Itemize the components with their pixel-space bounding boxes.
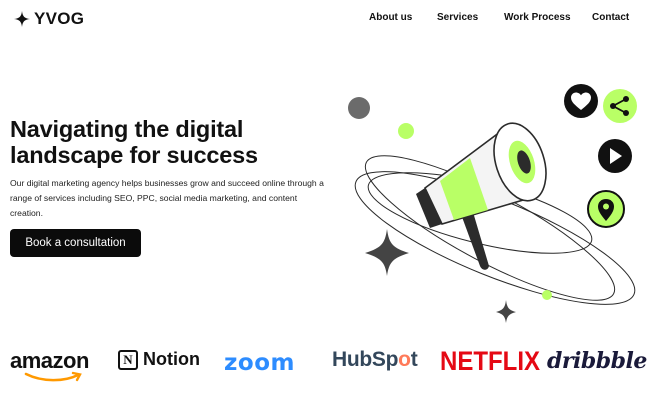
notion-logo: N Notion <box>118 349 200 370</box>
amazon-logo: amazon <box>10 348 89 382</box>
book-consultation-button[interactable]: Book a consultation <box>10 229 141 257</box>
nav-work-process[interactable]: Work Process <box>504 12 571 23</box>
hubspot-wordmark-b: t <box>410 348 418 371</box>
green-dot-tiny <box>542 290 552 300</box>
zoom-logo: zoom <box>224 350 295 376</box>
amazon-smile-icon <box>24 371 82 382</box>
notion-icon: N <box>118 349 138 370</box>
star-logo-icon <box>14 11 30 27</box>
brand-logo[interactable]: YVOG <box>14 9 84 29</box>
sparkle-small <box>496 300 516 323</box>
hubspot-wordmark-a: HubSp <box>332 348 399 371</box>
logo-text: YVOG <box>34 9 85 28</box>
sparkle-large <box>365 229 409 276</box>
heart-icon <box>564 84 598 118</box>
dribbble-logo: dribbble <box>547 348 647 374</box>
location-pin-icon <box>587 190 625 228</box>
gray-dot <box>348 97 370 119</box>
hubspot-logo: HubSpot <box>332 348 418 372</box>
play-icon <box>598 139 632 173</box>
amazon-wordmark: amazon <box>10 348 89 373</box>
nav-services[interactable]: Services <box>437 12 478 23</box>
hubspot-sprocket-icon: o <box>398 348 411 371</box>
hero-title: Navigating the digital landscape for suc… <box>10 116 258 168</box>
top-nav: YVOG About us Services Work Process Cont… <box>0 0 648 38</box>
megaphone-illustration <box>348 84 637 323</box>
green-dot-small <box>398 123 414 139</box>
nav-contact[interactable]: Contact <box>592 12 629 23</box>
notion-wordmark: Notion <box>143 349 200 369</box>
nav-about-us[interactable]: About us <box>369 12 412 23</box>
hero-description: Our digital marketing agency helps busin… <box>10 178 324 218</box>
netflix-logo: NETFLIX <box>440 347 540 377</box>
client-logos: amazon N Notion zoom HubSpot NETFLIX dri… <box>0 336 648 386</box>
share-icon <box>603 89 637 123</box>
